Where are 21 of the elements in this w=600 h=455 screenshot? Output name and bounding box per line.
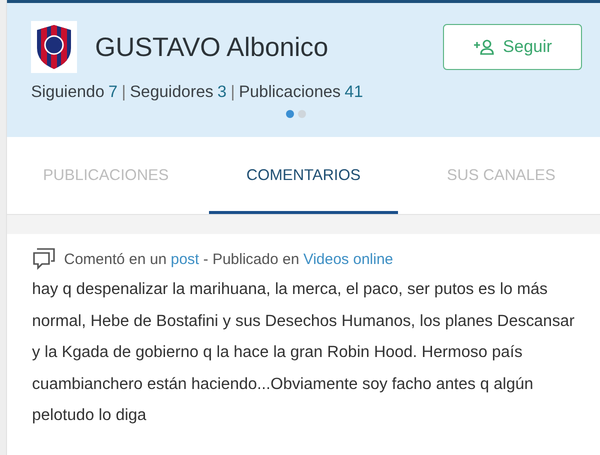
stat-count: 41 <box>344 83 364 102</box>
comment-text: hay q despenalizar la marihuana, la merca, el paco, ser putos es lo más normal, Hebe de Bostafini y sus Desechos Humanos, los planes Descansar y la Kgada de gobierno q la hace la gran Robin Hood. Hermoso país cuambianchero están haciendo...Obviamente soy facho antes q algún pelotudo lo diga <box>32 279 576 426</box>
tab[interactable]: SUS CANALES <box>406 140 596 214</box>
stat-label: Siguiendo <box>31 83 104 102</box>
add-user-icon <box>472 39 495 55</box>
stat-count: 7 <box>108 83 118 102</box>
separator: | <box>230 83 235 102</box>
pager-dot[interactable] <box>298 110 306 118</box>
shield-logo <box>31 21 77 73</box>
separator: | <box>122 83 126 102</box>
comment-context: Comentó en un post - Publicado en Videos online <box>64 250 394 268</box>
tab[interactable]: PUBLICACIONES <box>11 140 201 214</box>
link[interactable]: post <box>170 250 200 268</box>
stat-label: Publicaciones <box>238 83 341 102</box>
comment-icon <box>32 248 56 270</box>
follow-button[interactable]: Seguir <box>443 24 582 70</box>
profile-name: GUSTAVO Albonico <box>95 32 330 62</box>
stat-label: Seguidores <box>130 83 214 102</box>
link[interactable]: Videos online <box>303 250 394 268</box>
pager-dot[interactable] <box>286 110 294 118</box>
stat-count: 3 <box>217 83 227 102</box>
